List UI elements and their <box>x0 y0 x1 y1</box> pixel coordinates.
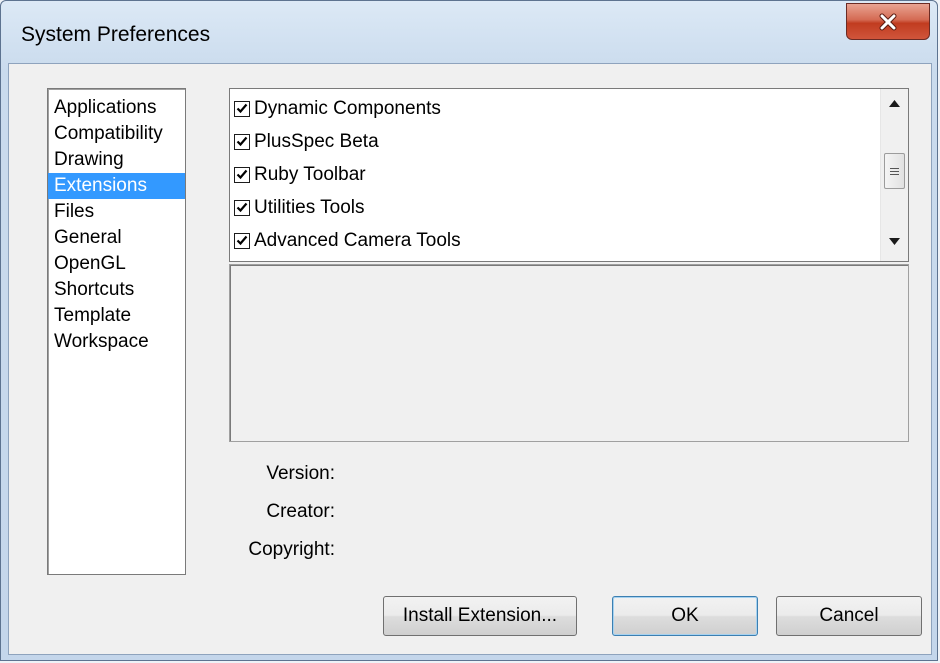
category-item-compatibility[interactable]: Compatibility <box>48 121 185 147</box>
extension-label: Utilities Tools <box>254 196 365 218</box>
system-preferences-window: System Preferences Applications Compatibi… <box>0 0 938 661</box>
grip-icon <box>890 167 899 175</box>
ok-button[interactable]: OK <box>612 596 758 636</box>
extension-label: Advanced Camera Tools <box>254 229 461 251</box>
dialog-body: Applications Compatibility Drawing Extensio… <box>8 63 932 655</box>
extension-label: PlusSpec Beta <box>254 130 379 152</box>
category-item-drawing[interactable]: Drawing <box>48 147 185 173</box>
extension-list[interactable]: Dynamic Components PlusSpec Beta Ruby Tool… <box>229 88 909 262</box>
scroll-thumb[interactable] <box>884 153 905 189</box>
extension-checkbox[interactable] <box>234 232 250 249</box>
extension-list-scrollbar[interactable] <box>880 89 908 261</box>
extension-item[interactable]: PlusSpec Beta <box>232 125 878 158</box>
category-list[interactable]: Applications Compatibility Drawing Extensio… <box>47 88 186 575</box>
checkmark-icon <box>236 169 248 180</box>
category-item-applications[interactable]: Applications <box>48 95 185 121</box>
category-item-files[interactable]: Files <box>48 199 185 225</box>
arrow-up-icon <box>889 99 900 107</box>
extension-checkbox[interactable] <box>234 199 250 216</box>
extension-checkbox[interactable] <box>234 133 250 150</box>
close-icon <box>879 13 897 30</box>
category-item-workspace[interactable]: Workspace <box>48 329 185 355</box>
scroll-down-button[interactable] <box>881 229 908 253</box>
category-item-opengl[interactable]: OpenGL <box>48 251 185 277</box>
extension-item[interactable]: Dynamic Components <box>232 92 878 125</box>
category-item-shortcuts[interactable]: Shortcuts <box>48 277 185 303</box>
extension-label: Ruby Toolbar <box>254 163 366 185</box>
extension-item[interactable]: Ruby Toolbar <box>232 158 878 191</box>
category-item-extensions[interactable]: Extensions <box>48 173 185 199</box>
extension-item[interactable]: Utilities Tools <box>232 191 878 224</box>
category-item-template[interactable]: Template <box>48 303 185 329</box>
version-label: Version: <box>266 463 335 484</box>
checkmark-icon <box>236 136 248 147</box>
checkmark-icon <box>236 202 248 213</box>
install-extension-button[interactable]: Install Extension... <box>383 596 577 636</box>
extension-label: Dynamic Components <box>254 97 441 119</box>
scroll-up-button[interactable] <box>881 91 908 115</box>
extension-checkbox[interactable] <box>234 100 250 117</box>
arrow-down-icon <box>889 237 900 245</box>
extension-rows: Dynamic Components PlusSpec Beta Ruby Tool… <box>232 92 878 257</box>
checkmark-icon <box>236 103 248 114</box>
extension-description-box <box>229 264 909 442</box>
extension-checkbox[interactable] <box>234 166 250 183</box>
copyright-label: Copyright: <box>248 539 335 560</box>
checkmark-icon <box>236 235 248 246</box>
category-item-general[interactable]: General <box>48 225 185 251</box>
creator-label: Creator: <box>266 501 335 522</box>
cancel-button[interactable]: Cancel <box>776 596 922 636</box>
extension-item[interactable]: Advanced Camera Tools <box>232 224 878 257</box>
window-title: System Preferences <box>21 23 211 46</box>
close-button[interactable] <box>846 3 930 40</box>
